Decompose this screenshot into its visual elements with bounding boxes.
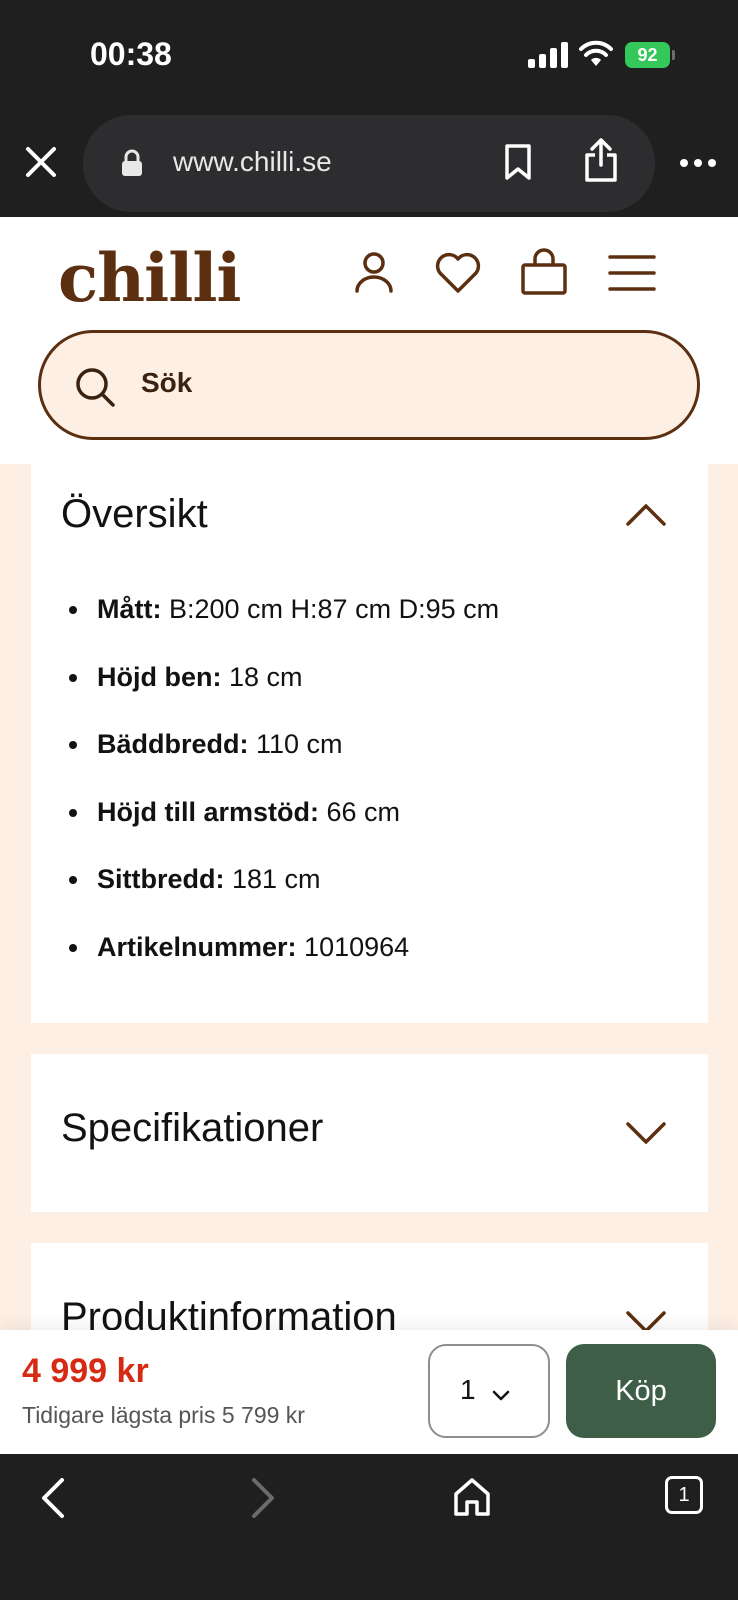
quantity-select[interactable]: 1 <box>428 1344 550 1438</box>
buy-button[interactable]: Köp <box>566 1344 716 1438</box>
spec-value: 181 cm <box>224 864 321 894</box>
spec-value: 110 cm <box>248 729 343 759</box>
status-time: 00:38 <box>90 36 172 72</box>
more-options-icon[interactable] <box>680 159 716 169</box>
heart-icon[interactable] <box>432 247 484 299</box>
status-bar: 00:38 92 <box>0 0 738 115</box>
bookmark-icon[interactable] <box>503 143 533 181</box>
browser-bottom-bar: 1 <box>0 1454 738 1600</box>
lock-icon <box>122 149 142 176</box>
shopping-bag-icon[interactable] <box>518 247 570 299</box>
overview-panel: Översikt Mått: B:200 cm H:87 cm D:95 cm … <box>31 464 708 1023</box>
share-icon[interactable] <box>583 137 619 183</box>
spec-value: 18 cm <box>221 661 303 692</box>
home-icon[interactable] <box>452 1476 492 1518</box>
list-item: Höjd till armstöd: 66 cm <box>69 795 499 863</box>
spec-value: B:200 cm H:87 cm D:95 cm <box>161 594 500 624</box>
wifi-icon <box>579 40 613 66</box>
account-icon[interactable] <box>348 247 400 299</box>
back-icon[interactable] <box>38 1476 68 1520</box>
tab-count: 1 <box>678 1483 690 1506</box>
price: 4 999 kr <box>22 1352 149 1390</box>
spec-value: 1010964 <box>296 931 410 962</box>
specifications-title[interactable]: Specifikationer <box>61 1106 323 1151</box>
list-item: Höjd ben: 18 cm <box>69 660 499 728</box>
list-item: Artikelnummer: 1010964 <box>69 930 499 998</box>
list-item: Bäddbredd: 110 cm <box>69 727 499 795</box>
spec-value: 66 cm <box>319 796 401 827</box>
url-text: www.chilli.se <box>173 146 332 177</box>
specifications-panel[interactable]: Specifikationer <box>31 1054 708 1212</box>
search-placeholder: Sök <box>141 367 193 398</box>
battery-level: 92 <box>625 42 670 68</box>
spec-label: Mått: <box>97 594 162 624</box>
menu-icon[interactable] <box>606 247 658 299</box>
previous-lowest-price: Tidigare lägsta pris 5 799 kr <box>22 1402 305 1428</box>
quantity-value: 1 <box>460 1374 476 1405</box>
chevron-down-icon[interactable] <box>624 1120 668 1146</box>
list-item: Mått: B:200 cm H:87 cm D:95 cm <box>69 592 499 660</box>
forward-icon[interactable] <box>248 1476 278 1520</box>
list-item: Sittbredd: 181 cm <box>69 862 499 930</box>
spec-label: Höjd till armstöd: <box>97 796 319 827</box>
cellular-signal-icon <box>528 42 568 68</box>
chevron-down-icon <box>492 1390 510 1401</box>
tabs-icon[interactable]: 1 <box>665 1476 703 1514</box>
browser-toolbar: www.chilli.se <box>0 115 738 217</box>
overview-list: Mått: B:200 cm H:87 cm D:95 cm Höjd ben:… <box>69 592 499 997</box>
overview-title[interactable]: Översikt <box>61 492 208 537</box>
spec-label: Höjd ben: <box>97 661 222 692</box>
search-icon <box>76 368 115 407</box>
battery-icon: 92 <box>625 42 675 68</box>
spec-label: Artikelnummer: <box>97 931 297 962</box>
site-header: chilli Sök <box>0 217 738 464</box>
address-bar[interactable]: www.chilli.se <box>83 115 655 212</box>
spec-label: Sittbredd: <box>97 864 225 894</box>
close-icon[interactable] <box>24 145 58 179</box>
buy-bar: 4 999 kr Tidigare lägsta pris 5 799 kr 1… <box>0 1330 738 1454</box>
chevron-up-icon[interactable] <box>624 502 668 528</box>
search-input[interactable]: Sök <box>38 330 700 440</box>
spec-label: Bäddbredd: <box>97 729 249 759</box>
logo[interactable]: chilli <box>58 239 241 317</box>
